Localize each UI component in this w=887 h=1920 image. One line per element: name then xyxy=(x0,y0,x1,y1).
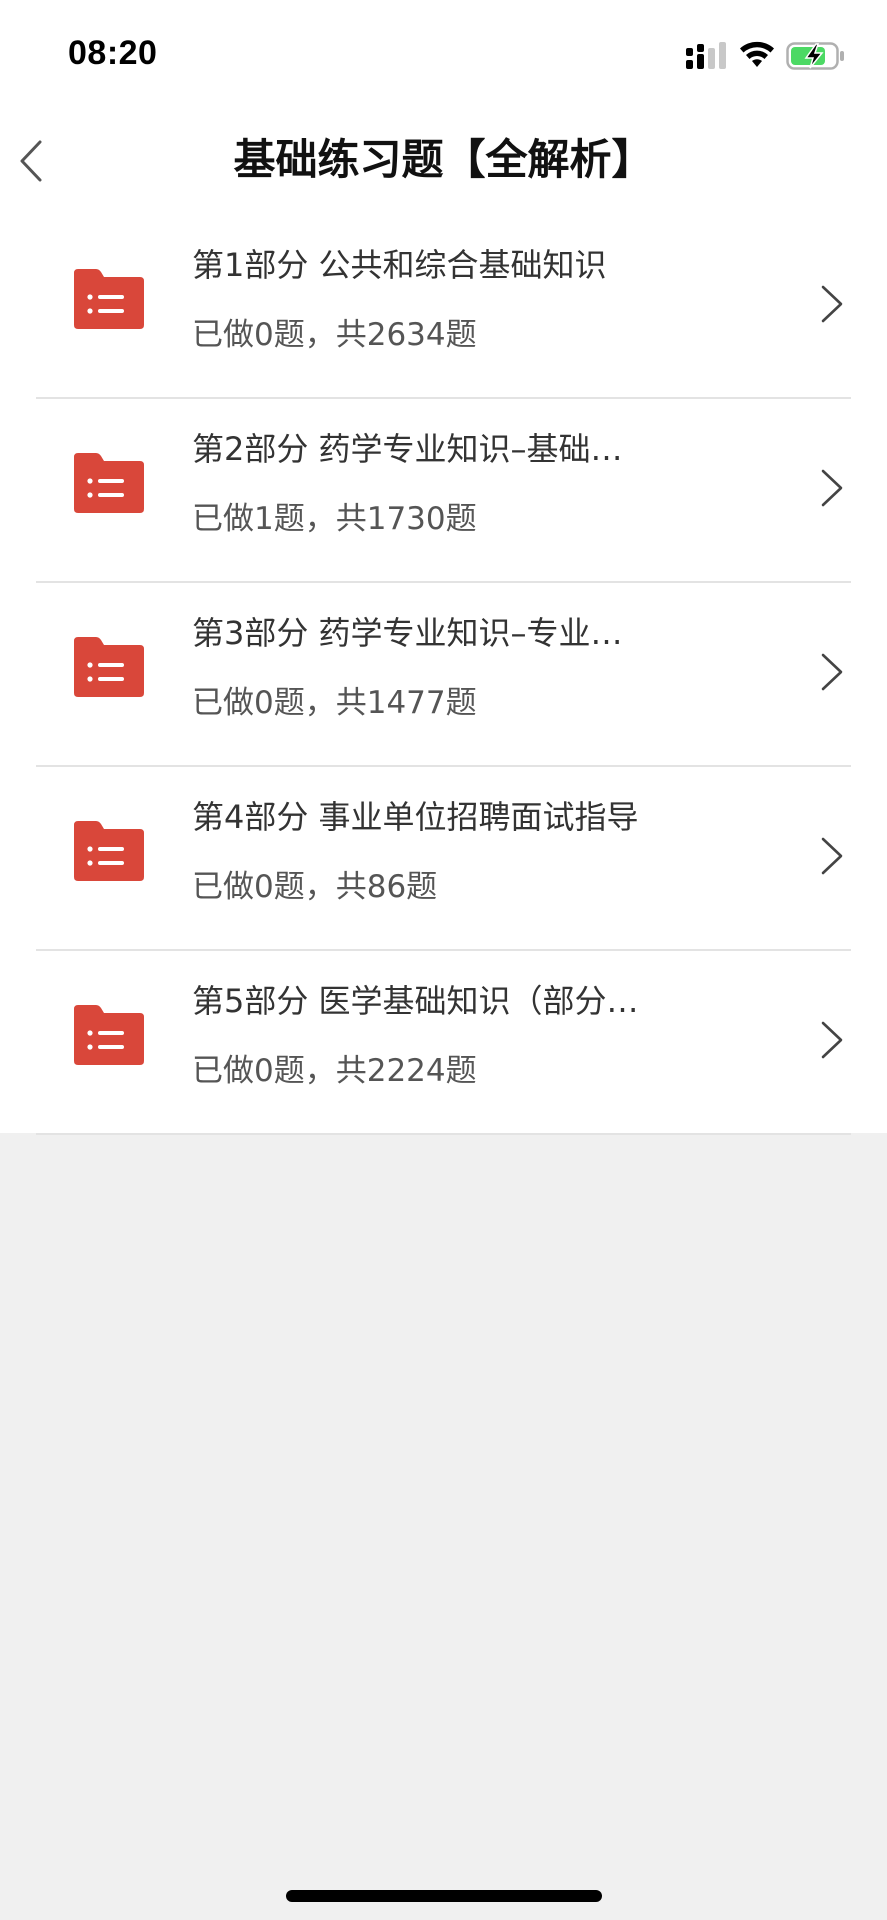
item-progress: 已做0题，共1477题 xyxy=(192,685,477,721)
chevron-right-icon xyxy=(821,469,843,507)
chevron-right-icon xyxy=(821,1021,843,1059)
status-time: 08:20 xyxy=(68,34,158,72)
list-item[interactable]: 第4部分 事业单位招聘面试指导 已做0题，共86题 xyxy=(0,767,887,951)
chevron-right-icon xyxy=(821,285,843,323)
item-title: 第4部分 事业单位招聘面试指导 xyxy=(192,798,639,836)
list-item[interactable]: 第2部分 药学专业知识–基础… 已做1题，共1730题 xyxy=(0,399,887,583)
home-indicator[interactable] xyxy=(286,1890,602,1902)
battery-charging-icon xyxy=(786,42,844,70)
divider xyxy=(36,1133,851,1135)
navigation-bar: 基础练习题【全解析】 xyxy=(0,110,887,210)
folder-list-icon xyxy=(74,1005,144,1065)
item-title: 第1部分 公共和综合基础知识 xyxy=(192,246,607,284)
list-item[interactable]: 第5部分 医学基础知识（部分… 已做0题，共2224题 xyxy=(0,951,887,1135)
folder-list-icon xyxy=(74,637,144,697)
item-title: 第2部分 药学专业知识–基础… xyxy=(192,430,623,468)
item-progress: 已做1题，共1730题 xyxy=(192,501,477,537)
chevron-right-icon xyxy=(821,653,843,691)
section-list: 第1部分 公共和综合基础知识 已做0题，共2634题 第2部分 药学专业知识–基… xyxy=(0,215,887,1135)
folder-list-icon xyxy=(74,821,144,881)
page-title: 基础练习题【全解析】 xyxy=(233,135,654,184)
list-item[interactable]: 第3部分 药学专业知识–专业… 已做0题，共1477题 xyxy=(0,583,887,767)
item-progress: 已做0题，共2634题 xyxy=(192,317,477,353)
status-bar: 08:20 xyxy=(0,0,887,110)
wifi-icon xyxy=(740,41,774,67)
item-title: 第3部分 药学专业知识–专业… xyxy=(192,614,623,652)
cellular-signal-icon xyxy=(686,42,726,69)
item-progress: 已做0题，共86题 xyxy=(192,869,438,905)
chevron-right-icon xyxy=(821,837,843,875)
list-item[interactable]: 第1部分 公共和综合基础知识 已做0题，共2634题 xyxy=(0,215,887,399)
item-title: 第5部分 医学基础知识（部分… xyxy=(192,982,639,1020)
item-progress: 已做0题，共2224题 xyxy=(192,1053,477,1089)
folder-list-icon xyxy=(74,269,144,329)
folder-list-icon xyxy=(74,453,144,513)
